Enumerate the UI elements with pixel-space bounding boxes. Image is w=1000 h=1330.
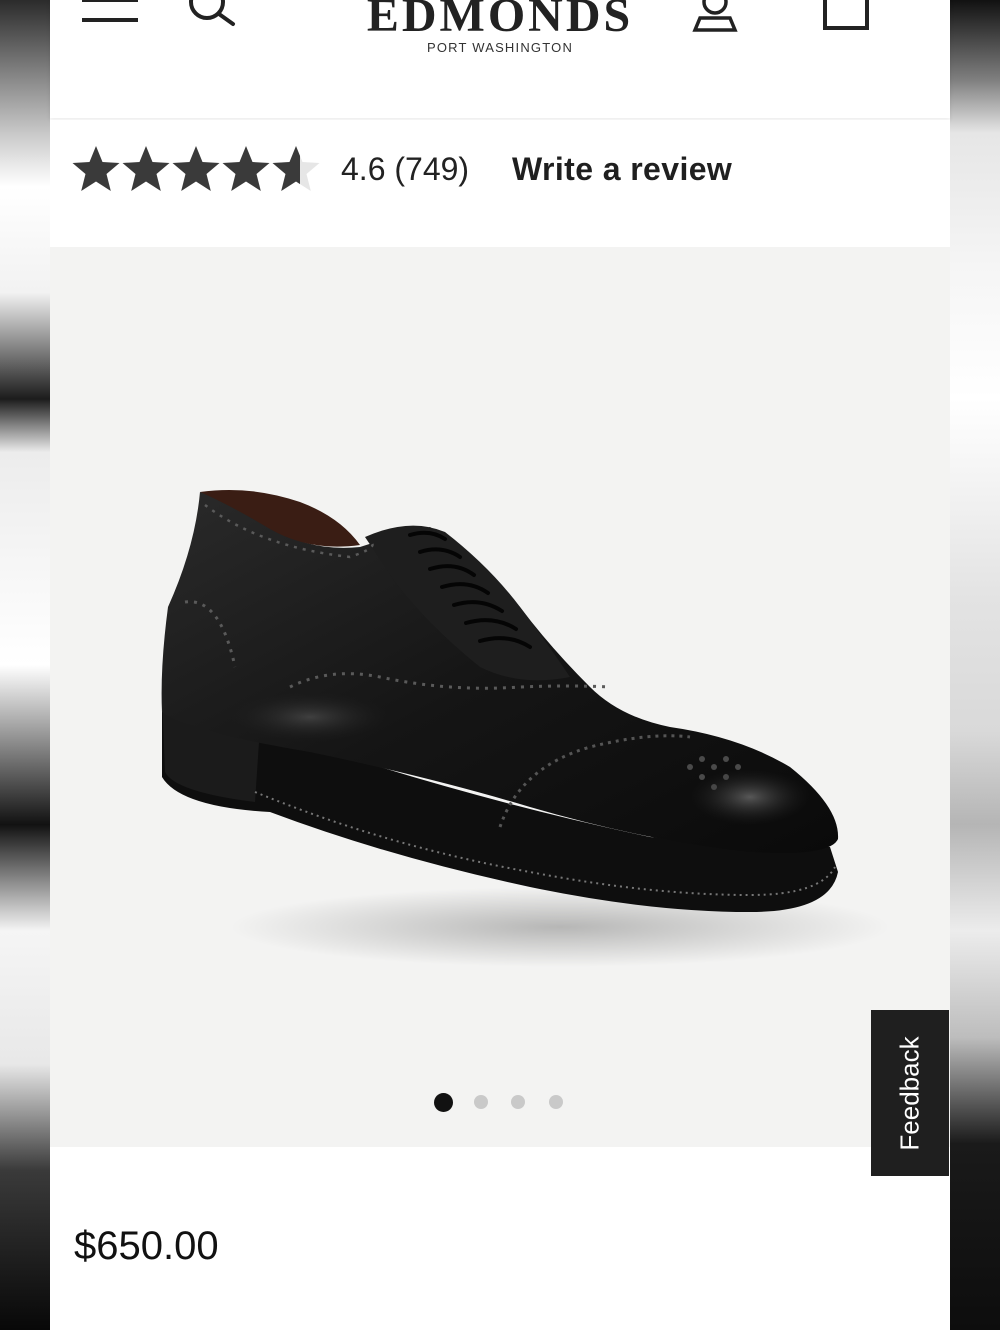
account-icon[interactable]: [690, 0, 740, 34]
oxford-shoe-image: [161, 489, 890, 967]
product-page: EDMONDS PORT WASHINGTON 4.6 (749) Write …: [50, 0, 950, 1330]
store-location: PORT WASHINGTON: [426, 40, 574, 55]
carousel-dot-4[interactable]: [549, 1095, 563, 1109]
star-icon: [122, 146, 170, 191]
carousel-dot-2[interactable]: [474, 1095, 488, 1109]
carousel-dot-1[interactable]: [434, 1093, 453, 1112]
left-backdrop: [0, 0, 50, 1330]
product-price: $650.00: [74, 1224, 219, 1268]
product-image-gallery[interactable]: [50, 247, 950, 1147]
star-icon: [222, 146, 270, 191]
carousel-dot-3[interactable]: [511, 1095, 525, 1109]
right-backdrop: [950, 0, 1000, 1330]
feedback-label: Feedback: [894, 1035, 925, 1151]
shopping-bag-icon[interactable]: [820, 0, 872, 32]
star-icon: [172, 146, 220, 191]
star-icon: [72, 146, 120, 191]
image-carousel-dots: [50, 1093, 950, 1112]
star-rating[interactable]: [72, 142, 322, 203]
rating-row: 4.6 (749) Write a review: [50, 120, 950, 246]
write-review-link[interactable]: Write a review: [512, 151, 732, 188]
feedback-tab[interactable]: Feedback: [871, 1010, 949, 1176]
site-header: EDMONDS PORT WASHINGTON: [50, 0, 950, 118]
rating-summary[interactable]: 4.6 (749): [341, 151, 469, 188]
store-logo[interactable]: EDMONDS: [50, 0, 950, 43]
